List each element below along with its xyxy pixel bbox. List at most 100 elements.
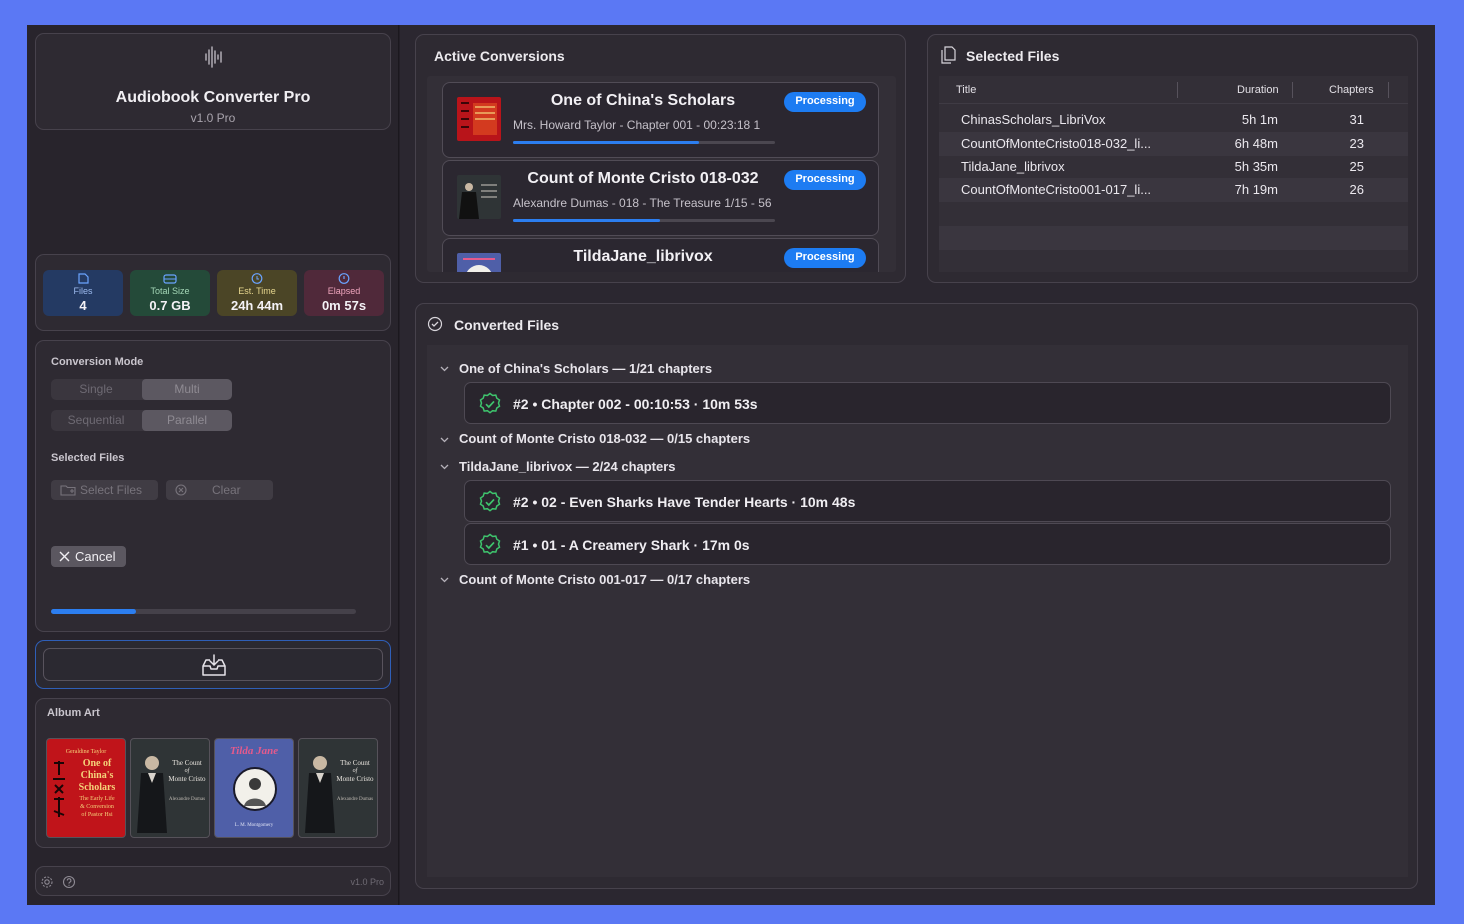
selected-files-label: Selected Files [51, 452, 125, 464]
table-row[interactable]: CountOfMonteCristo001-017_li... 7h 19m 2… [939, 178, 1408, 202]
checkmark-seal-icon [479, 533, 501, 555]
table-row[interactable]: TildaJane_librivox 5h 35m 25 [939, 155, 1408, 179]
clock-icon [251, 273, 263, 284]
converted-files-panel: Converted Files One of China's Scholars … [415, 303, 1418, 889]
close-icon [59, 551, 70, 562]
footer-version: v1.0 Pro [350, 877, 384, 887]
portrait-circle [233, 767, 277, 811]
mode-multi[interactable]: Multi [142, 379, 232, 400]
converted-group-header[interactable]: Count of Monte Cristo 018-032 — 0/15 cha… [459, 431, 750, 446]
album-cover-3[interactable]: Tilda Jane L. M. Montgomery [214, 738, 294, 838]
portrait-figure [305, 756, 335, 833]
table-row[interactable]: ChinasScholars_LibriVox 5h 1m 31 [939, 108, 1408, 132]
drop-target[interactable] [43, 648, 383, 681]
cover-thumbnail-icon [459, 183, 497, 219]
chevron-down-icon[interactable] [440, 437, 449, 443]
conversion-subtitle: Alexandre Dumas - 018 - The Treasure 1/1… [513, 196, 772, 210]
drop-zone[interactable] [35, 640, 391, 689]
column-divider [1292, 82, 1293, 98]
album-cover-2[interactable]: The Count of Monte Cristo Alexandre Duma… [130, 738, 210, 838]
folder-plus-icon [60, 485, 76, 496]
column-title[interactable]: Title [956, 84, 976, 96]
select-files-button[interactable]: Select Files [51, 480, 158, 500]
waveform-icon [205, 46, 222, 68]
overall-progress-fill [51, 609, 137, 614]
conversion-thumbnail [457, 253, 501, 272]
clear-button[interactable]: Clear [166, 480, 273, 500]
order-parallel[interactable]: Parallel [142, 410, 232, 431]
converted-chapter-item[interactable]: #2 • Chapter 002 - 00:10:53 · 10m 53s [464, 382, 1391, 424]
conversion-title: Count of Monte Cristo 018-032 [527, 170, 759, 187]
album-art-panel: Album Art Geraldine Taylor One of China'… [35, 698, 391, 848]
mode-single[interactable]: Single [51, 379, 141, 400]
conversion-item[interactable]: TildaJane_librivox Processing [442, 238, 879, 272]
status-badge: Processing [784, 170, 866, 190]
check-circle-icon [427, 316, 443, 332]
conversion-thumbnail [457, 175, 501, 219]
order-sequential[interactable]: Sequential [51, 410, 141, 431]
stat-est-time: Est. Time 24h 44m [217, 270, 297, 316]
timer-icon [338, 273, 350, 284]
column-duration[interactable]: Duration [1237, 84, 1279, 96]
sidebar: Audiobook Converter Pro v1.0 Pro Files 4… [27, 25, 399, 905]
converted-chapter-item[interactable]: #2 • 02 - Even Sharks Have Tender Hearts… [464, 480, 1391, 522]
sidebar-footer: v1.0 Pro [35, 866, 391, 896]
column-chapters[interactable]: Chapters [1329, 84, 1374, 96]
active-conversions-title: Active Conversions [434, 48, 565, 64]
cover-thumbnail-icon [461, 102, 497, 135]
status-badge: Processing [784, 92, 866, 112]
stats-panel: Files 4 Total Size 0.7 GB Est. Time 24h … [35, 254, 391, 331]
table-header: Title Duration Chapters [939, 76, 1408, 104]
brand-panel: Audiobook Converter Pro v1.0 Pro [35, 33, 391, 130]
album-art-title: Album Art [47, 707, 100, 719]
cover-thumbnail-icon [463, 258, 495, 272]
chevron-down-icon[interactable] [440, 464, 449, 470]
conversion-progress-bar [513, 219, 775, 222]
documents-icon [941, 46, 956, 64]
app-title: Audiobook Converter Pro [115, 89, 311, 106]
selected-files-panel: Selected Files Title Duration Chapters C… [927, 34, 1418, 283]
conversion-item[interactable]: One of China's Scholars Mrs. Howard Tayl… [442, 82, 879, 158]
active-conversions-panel: Active Conversions One of China's Schola… [415, 34, 906, 283]
converted-group-header[interactable]: Count of Monte Cristo 001-017 — 0/17 cha… [459, 572, 750, 587]
converted-group-header[interactable]: TildaJane_librivox — 2/24 chapters [459, 459, 676, 474]
conversion-mode-label: Conversion Mode [51, 356, 144, 368]
clear-circle-icon [175, 484, 187, 496]
status-badge: Processing [784, 248, 866, 268]
calligraphy-decoration [53, 761, 65, 817]
checkmark-seal-icon [479, 392, 501, 414]
converted-chapter-item[interactable]: #1 • 01 - A Creamery Shark · 17m 0s [464, 523, 1391, 565]
cancel-button[interactable]: Cancel [51, 546, 126, 567]
stat-total-size: Total Size 0.7 GB [130, 270, 210, 316]
selected-files-title: Selected Files [966, 48, 1060, 64]
conversion-progress-bar [513, 141, 775, 144]
converted-group-header[interactable]: One of China's Scholars — 1/21 chapters [459, 361, 712, 376]
disk-icon [163, 274, 177, 284]
help-icon[interactable] [62, 875, 76, 889]
conversion-progress-fill [513, 219, 660, 222]
conversion-title: One of China's Scholars [550, 92, 736, 109]
conversion-thumbnail [457, 97, 501, 141]
chevron-down-icon[interactable] [440, 366, 449, 372]
converted-files-list[interactable]: One of China's Scholars — 1/21 chapters … [427, 345, 1408, 877]
stat-elapsed: Elapsed 0m 57s [304, 270, 384, 316]
gear-icon[interactable] [40, 875, 54, 889]
tray-download-icon [202, 654, 226, 676]
app-window: Audiobook Converter Pro v1.0 Pro Files 4… [27, 25, 1435, 905]
active-conversions-list[interactable]: One of China's Scholars Mrs. Howard Tayl… [427, 76, 896, 272]
conversion-title: TildaJane_librivox [573, 248, 713, 265]
document-icon [78, 273, 89, 284]
conversion-item[interactable]: Count of Monte Cristo 018-032 Alexandre … [442, 160, 879, 236]
order-segmented-control[interactable]: Sequential Parallel [51, 410, 232, 431]
converted-files-title: Converted Files [454, 317, 560, 333]
conversion-progress-fill [513, 141, 700, 144]
selected-files-table[interactable]: Title Duration Chapters ChinasScholars_L… [939, 76, 1408, 272]
album-cover-4[interactable]: The Count of Monte Cristo Alexandre Duma… [298, 738, 378, 838]
mode-segmented-control[interactable]: Single Multi [51, 379, 232, 400]
album-cover-1[interactable]: Geraldine Taylor One of China's Scholars… [46, 738, 126, 838]
table-row[interactable]: CountOfMonteCristo018-032_li... 6h 48m 2… [939, 132, 1408, 156]
overall-progress-bar [51, 609, 356, 614]
main-area: Active Conversions One of China's Schola… [400, 25, 1435, 905]
checkmark-seal-icon [479, 490, 501, 512]
chevron-down-icon[interactable] [440, 577, 449, 583]
